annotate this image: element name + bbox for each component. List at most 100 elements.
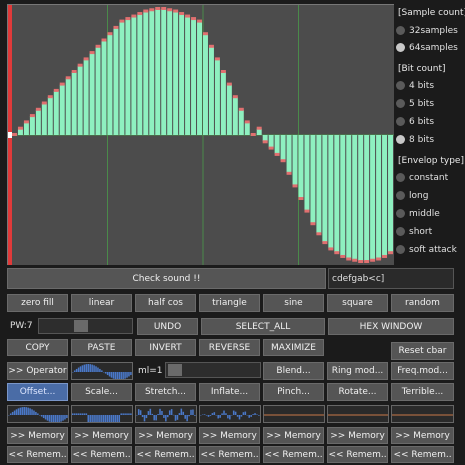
preview-bar <box>167 415 169 418</box>
sample-bar <box>59 84 65 135</box>
blend-button[interactable]: Blend... <box>263 362 324 380</box>
radio-icon[interactable] <box>396 227 405 236</box>
check-sound-button[interactable]: Check sound !! <box>7 268 326 289</box>
stretch-button[interactable]: Stretch... <box>135 383 196 401</box>
maximize-button[interactable]: MAXIMIZE <box>263 339 324 356</box>
reset-cbar-button[interactable]: Reset cbar <box>391 342 454 360</box>
mml-input[interactable]: cdefgab<c] <box>328 268 454 289</box>
memory-slot-1-preview[interactable] <box>7 405 69 423</box>
sample-bar <box>382 135 388 256</box>
ml-slider-thumb[interactable] <box>168 364 182 376</box>
sample-bar-tip <box>304 209 310 213</box>
bit-count-4[interactable]: 4 bits <box>396 78 464 93</box>
preview-bar <box>178 413 181 415</box>
pw-slider-thumb[interactable] <box>73 320 88 332</box>
memory-recall-button-6[interactable]: << Remem.. <box>327 446 388 463</box>
offset-button[interactable]: Offset... <box>7 383 68 401</box>
sample-count-32[interactable]: 32samples <box>396 23 464 38</box>
sample-bar <box>137 14 143 135</box>
preview-bar <box>132 413 133 415</box>
preview-bar <box>31 409 33 415</box>
memory-recall-button-7[interactable]: << Remem.. <box>391 446 454 463</box>
preset-zero-fill-button[interactable]: zero fill <box>7 294 68 312</box>
memory-store-button-2[interactable]: >> Memory <box>71 427 132 444</box>
rotate-button[interactable]: Rotate... <box>327 383 388 401</box>
hex-window-button[interactable]: HEX WINDOW <box>328 318 454 335</box>
waveform-canvas[interactable] <box>8 5 394 265</box>
pinch-button[interactable]: Pinch... <box>263 383 324 401</box>
terrible-button[interactable]: Terrible... <box>391 383 454 401</box>
sample-bar-tip <box>250 133 256 136</box>
memory-store-button-7[interactable]: >> Memory <box>391 427 454 444</box>
sample-bar <box>143 11 149 135</box>
scale-button[interactable]: Scale... <box>71 383 132 401</box>
bit-count-6[interactable]: 6 bits <box>396 114 464 129</box>
radio-icon[interactable] <box>396 99 405 108</box>
radio-selected-icon[interactable] <box>396 135 405 144</box>
memory-slot-4-preview[interactable] <box>199 405 261 423</box>
reverse-button[interactable]: REVERSE <box>199 339 260 356</box>
memory-store-button-6[interactable]: >> Memory <box>327 427 388 444</box>
bit-count-5[interactable]: 5 bits <box>396 96 464 111</box>
memory-slot-2-preview[interactable] <box>71 405 133 423</box>
preview-bar <box>50 415 53 422</box>
bit-count-8[interactable]: 8 bits <box>396 132 464 147</box>
freq-mod-button[interactable]: Freq.mod... <box>391 362 454 380</box>
preview-bar <box>188 415 190 417</box>
radio-icon[interactable] <box>396 117 405 126</box>
preset-linear-button[interactable]: linear <box>71 294 132 312</box>
preset-sine-button[interactable]: sine <box>263 294 324 312</box>
envelope-constant[interactable]: constant <box>396 170 464 185</box>
sample-bar <box>53 90 59 135</box>
memory-recall-button-2[interactable]: << Remem.. <box>71 446 132 463</box>
preview-bar <box>256 414 258 415</box>
undo-button[interactable]: UNDO <box>137 318 198 335</box>
envelope-soft-attack[interactable]: soft attack <box>396 242 464 257</box>
radio-selected-icon[interactable] <box>396 43 405 52</box>
sample-count-64[interactable]: 64samples <box>396 40 464 55</box>
ring-mod-button[interactable]: Ring mod... <box>327 362 388 380</box>
memory-slot-5-preview[interactable] <box>263 405 325 423</box>
operator-button[interactable]: >> Operator <box>7 362 68 380</box>
radio-icon[interactable] <box>396 81 405 90</box>
memory-slot-3-preview[interactable] <box>135 405 197 423</box>
radio-icon[interactable] <box>396 245 405 254</box>
inflate-button[interactable]: Inflate... <box>199 383 260 401</box>
memory-store-button-4[interactable]: >> Memory <box>199 427 260 444</box>
envelope-long[interactable]: long <box>396 188 464 203</box>
radio-icon[interactable] <box>396 191 405 200</box>
preview-bar <box>68 415 69 417</box>
preview-bar <box>180 408 183 415</box>
memory-slot-7-preview[interactable] <box>391 405 454 423</box>
preview-bar <box>126 372 128 378</box>
memory-recall-button-4[interactable]: << Remem.. <box>199 446 260 463</box>
invert-button[interactable]: INVERT <box>135 339 196 356</box>
memory-slot-6-preview[interactable] <box>327 405 389 423</box>
select-all-button[interactable]: SELECT_ALL <box>201 318 325 335</box>
radio-icon[interactable] <box>396 26 405 35</box>
preview-bar <box>97 415 99 422</box>
ml-slider[interactable] <box>165 362 261 378</box>
preset-random-button[interactable]: random <box>391 294 454 312</box>
memory-store-button-3[interactable]: >> Memory <box>135 427 196 444</box>
memory-recall-button-3[interactable]: << Remem.. <box>135 446 196 463</box>
paste-button[interactable]: PASTE <box>71 339 132 356</box>
radio-icon[interactable] <box>396 173 405 182</box>
memory-recall-button-5[interactable]: << Remem.. <box>263 446 324 463</box>
envelope-short[interactable]: short <box>396 224 464 239</box>
sample-bar-tip <box>173 9 179 13</box>
preview-bar <box>203 414 206 415</box>
memory-store-button-1[interactable]: >> Memory <box>7 427 68 444</box>
sample-bar-tip <box>47 95 53 99</box>
memory-recall-button-1[interactable]: << Remem.. <box>7 446 68 463</box>
operator-waveform-preview[interactable] <box>71 362 133 380</box>
waveform-editor[interactable] <box>7 4 394 265</box>
envelope-middle[interactable]: middle <box>396 206 464 221</box>
preset-square-button[interactable]: square <box>327 294 388 312</box>
memory-store-button-5[interactable]: >> Memory <box>263 427 324 444</box>
copy-button[interactable]: COPY <box>7 339 68 356</box>
radio-icon[interactable] <box>396 209 405 218</box>
pw-slider[interactable] <box>38 318 133 334</box>
preset-triangle-button[interactable]: triangle <box>199 294 260 312</box>
preset-half-cos-button[interactable]: half cos <box>135 294 196 312</box>
